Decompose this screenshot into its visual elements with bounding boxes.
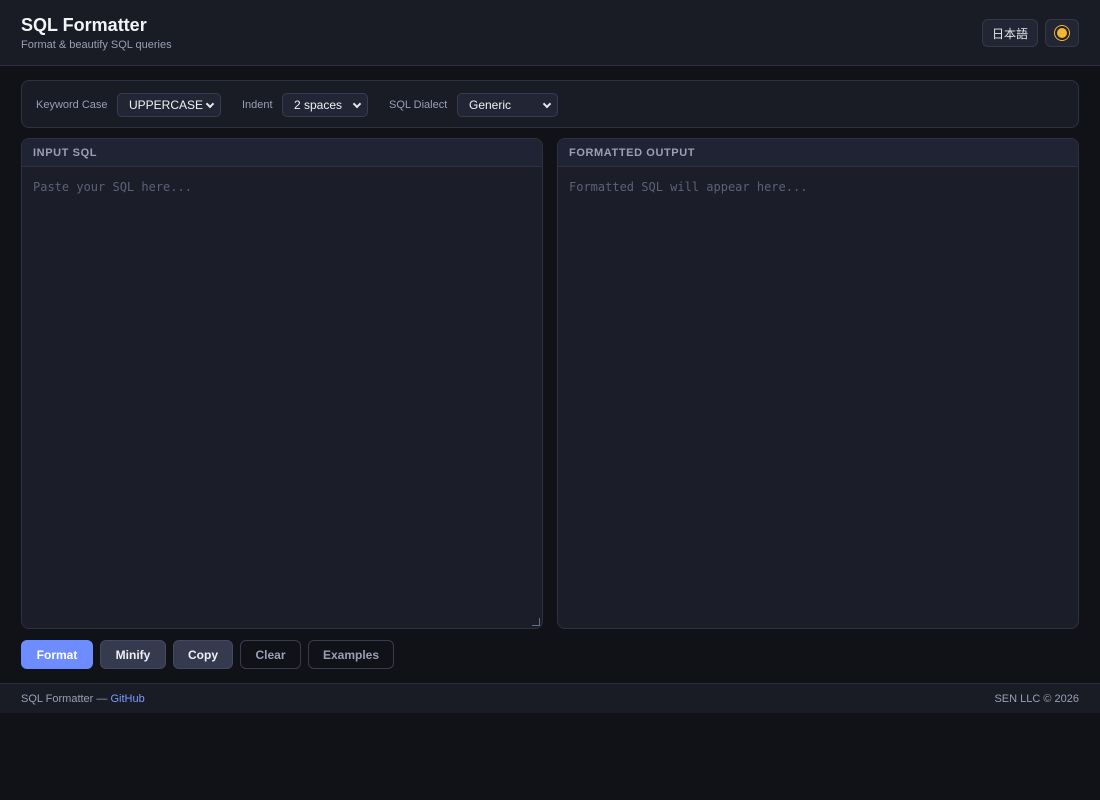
copy-button[interactable]: Copy	[173, 640, 233, 669]
formatted-output[interactable]: Formatted SQL will appear here...	[558, 167, 1078, 207]
app-header: SQL Formatter Format & beautify SQL quer…	[0, 0, 1100, 66]
options-toolbar: Keyword Case UPPERCASE Indent 2 spaces S…	[21, 80, 1079, 128]
indent-select[interactable]: 2 spaces	[282, 93, 368, 117]
app-subtitle: Format & beautify SQL queries	[21, 39, 172, 51]
sun-icon	[1057, 28, 1067, 38]
dialect-value: Generic	[469, 98, 512, 112]
minify-button[interactable]: Minify	[100, 640, 166, 669]
keyword-case-value: UPPERCASE	[129, 98, 204, 112]
keyword-case-select[interactable]: UPPERCASE	[117, 93, 221, 117]
output-panel-title: FORMATTED OUTPUT	[558, 139, 1078, 167]
indent-label: Indent	[242, 99, 273, 111]
chevron-down-icon	[352, 99, 362, 109]
app-title: SQL Formatter	[21, 15, 147, 35]
input-panel-title: INPUT SQL	[22, 139, 542, 167]
output-panel: FORMATTED OUTPUT Formatted SQL will appe…	[557, 138, 1079, 629]
resize-handle[interactable]	[532, 618, 540, 626]
footer-left: SQL Formatter — GitHub	[21, 693, 145, 705]
input-panel: INPUT SQL	[21, 138, 543, 629]
footer-copyright: SEN LLC © 2026	[994, 693, 1079, 705]
dialect-label: SQL Dialect	[389, 99, 448, 111]
examples-button[interactable]: Examples	[308, 640, 394, 669]
dialect-select[interactable]: Generic	[457, 93, 558, 117]
footer-app-name: SQL Formatter —	[21, 693, 108, 705]
chevron-down-icon	[542, 99, 552, 109]
clear-button[interactable]: Clear	[240, 640, 301, 669]
language-toggle-button[interactable]: 日本語	[982, 19, 1038, 47]
keyword-case-label: Keyword Case	[36, 99, 108, 111]
github-link[interactable]: GitHub	[110, 693, 144, 705]
theme-toggle-button[interactable]	[1045, 19, 1079, 47]
indent-value: 2 spaces	[294, 98, 343, 112]
chevron-down-icon	[205, 99, 215, 109]
sql-input[interactable]	[22, 167, 542, 628]
app-footer: SQL Formatter — GitHub SEN LLC © 2026	[0, 683, 1100, 713]
format-button[interactable]: Format	[21, 640, 93, 669]
